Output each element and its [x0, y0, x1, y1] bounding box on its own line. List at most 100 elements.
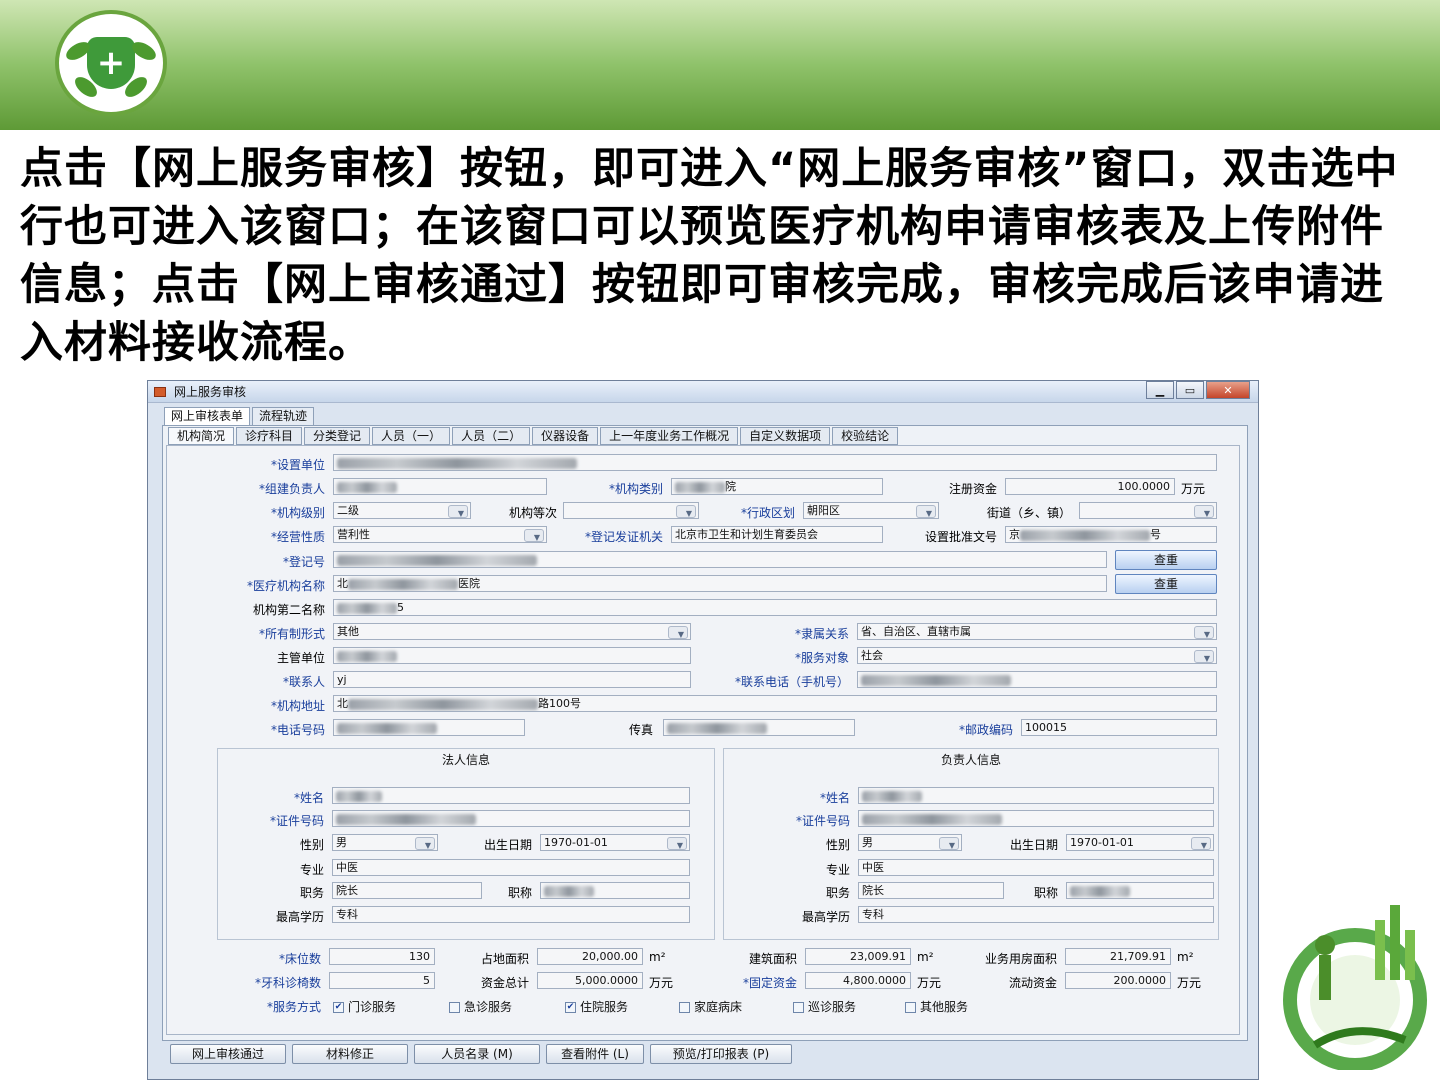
head-birth-picker[interactable]: 1970-01-01 ▼	[1066, 834, 1214, 851]
approve-online-button[interactable]: 网上审核通过	[170, 1044, 286, 1064]
service-emergency-checkbox[interactable]: 急诊服务	[449, 998, 512, 1015]
address-field[interactable]: 北路100号	[333, 695, 1217, 712]
dental-field[interactable]: 5	[329, 972, 435, 989]
affiliation-select[interactable]: 省、自治区、直辖市属 ▼	[857, 623, 1217, 640]
label-total-fund: 资金总计	[480, 976, 529, 990]
service-obj-select[interactable]: 社会 ▼	[857, 647, 1217, 664]
check-duplicate-button[interactable]: 查重	[1115, 550, 1217, 570]
checkbox-icon	[679, 1002, 690, 1013]
tab-staff-1[interactable]: 人员（一）	[372, 427, 451, 445]
label-contact: *联系人	[282, 675, 325, 689]
legal-major-field[interactable]: 中医	[332, 859, 690, 876]
mobile-field[interactable]	[857, 671, 1217, 688]
head-edu-field[interactable]: 专科	[858, 906, 1214, 923]
legal-post-field[interactable]: 院长	[332, 882, 482, 899]
label-legal-post: 职务	[299, 886, 324, 900]
legal-birth-picker[interactable]: 1970-01-01 ▼	[540, 834, 690, 851]
leader-field[interactable]	[333, 478, 547, 495]
label-legal-major: 专业	[299, 863, 324, 877]
head-post-field[interactable]: 院长	[858, 882, 1004, 899]
head-id-field[interactable]	[858, 810, 1214, 827]
legal-title-field[interactable]	[540, 882, 690, 899]
tab-departments[interactable]: 诊疗科目	[236, 427, 303, 445]
district-select[interactable]: 朝阳区 ▼	[803, 502, 939, 519]
ownership-select[interactable]: 其他 ▼	[333, 623, 691, 640]
building-field[interactable]: 23,009.91	[805, 948, 911, 965]
window-titlebar: 网上服务审核 ▁ ▭ ✕	[148, 381, 1258, 403]
reg-no-field[interactable]	[333, 551, 1107, 568]
tab-last-year[interactable]: 上一年度业务工作概况	[600, 427, 739, 445]
label-fax: 传真	[628, 723, 653, 737]
preview-print-button[interactable]: 预览/打印报表 (P)	[650, 1044, 792, 1064]
checkbox-icon: ✔	[333, 1002, 344, 1013]
head-gender-select[interactable]: 男 ▼	[858, 834, 962, 851]
head-title-field[interactable]	[1066, 882, 1214, 899]
label-leader: *组建负责人	[258, 482, 325, 496]
view-attachments-button[interactable]: 查看附件 (L)	[546, 1044, 644, 1064]
service-inpatient-checkbox[interactable]: ✔ 住院服务	[565, 998, 628, 1015]
legal-name-field[interactable]	[332, 787, 690, 804]
contact-field[interactable]: yj	[333, 671, 691, 688]
inst-name-field[interactable]: 北医院	[333, 575, 1107, 592]
tab-equipment[interactable]: 仪器设备	[532, 427, 599, 445]
legal-edu-field[interactable]: 专科	[332, 906, 690, 923]
reg-capital-field[interactable]: 100.0000	[1005, 478, 1175, 495]
total-fund-field[interactable]: 5,000.0000	[537, 972, 643, 989]
tab-overview[interactable]: 机构简况	[168, 427, 235, 445]
second-name-field[interactable]: 5	[333, 599, 1217, 616]
tab-classification[interactable]: 分类登记	[304, 427, 371, 445]
label-head-gender: 性别	[825, 838, 850, 852]
tab-process-trace[interactable]: 流程轨迹	[252, 407, 315, 425]
supervisor-field[interactable]	[333, 647, 691, 664]
tab-staff-2[interactable]: 人员（二）	[452, 427, 531, 445]
check-duplicate-name-button[interactable]: 查重	[1115, 574, 1217, 594]
business-area-field[interactable]: 21,709.91	[1065, 948, 1171, 965]
beds-field[interactable]: 130	[329, 948, 435, 965]
service-tour-checkbox[interactable]: 巡诊服务	[793, 998, 856, 1015]
liquid-fund-field[interactable]: 200.0000	[1065, 972, 1171, 989]
maximize-button[interactable]: ▭	[1176, 381, 1204, 399]
close-button[interactable]: ✕	[1206, 381, 1250, 399]
label-legal-title: 职称	[507, 886, 532, 900]
legal-gender-select[interactable]: 男 ▼	[332, 834, 438, 851]
fax-field[interactable]	[663, 719, 855, 736]
legal-id-field[interactable]	[332, 810, 690, 827]
service-outpatient-checkbox[interactable]: ✔ 门诊服务	[333, 998, 396, 1015]
tab-custom-data[interactable]: 自定义数据项	[740, 427, 831, 445]
label-phone: *电话号码	[270, 723, 325, 737]
label-mobile: *联系电话（手机号）	[734, 675, 849, 689]
minimize-button[interactable]: ▁	[1146, 381, 1174, 399]
label-liquid-fund: 流动资金	[1008, 976, 1057, 990]
label-street: 街道（乡、镇）	[986, 506, 1071, 520]
land-field[interactable]: 20,000.00	[537, 948, 643, 965]
set-unit-field[interactable]	[333, 454, 1217, 471]
inst-type-field[interactable]: 院	[671, 478, 883, 495]
outer-tabs: 网上审核表单 流程轨迹	[164, 407, 316, 425]
building-unit: m²	[917, 950, 934, 964]
reg-authority-field[interactable]: 北京市卫生和计划生育委员会	[671, 526, 883, 543]
postcode-field[interactable]: 100015	[1021, 719, 1217, 736]
street-select[interactable]: ▼	[1079, 502, 1217, 519]
phone-field[interactable]	[333, 719, 525, 736]
label-head-birth: 出生日期	[1009, 838, 1058, 852]
nature-select[interactable]: 营利性 ▼	[333, 526, 547, 543]
approval-no-field[interactable]: 京号	[1005, 526, 1217, 543]
staff-list-button[interactable]: 人员名录 (M)	[414, 1044, 540, 1064]
material-correct-button[interactable]: 材料修正	[292, 1044, 408, 1064]
service-other-checkbox[interactable]: 其他服务	[905, 998, 968, 1015]
label-legal-gender: 性别	[299, 838, 324, 852]
inst-grade-select[interactable]: ▼	[563, 502, 699, 519]
label-dental: *牙科诊椅数	[254, 976, 321, 990]
label-service-obj: *服务对象	[794, 651, 849, 665]
label-nature: *经营性质	[270, 530, 325, 544]
service-home-bed-checkbox[interactable]: 家庭病床	[679, 998, 742, 1015]
head-name-field[interactable]	[858, 787, 1214, 804]
inst-level-select[interactable]: 二级 ▼	[333, 502, 471, 519]
tab-check-result[interactable]: 校验结论	[832, 427, 899, 445]
label-inst-level: *机构级别	[270, 506, 325, 520]
tab-review-form[interactable]: 网上审核表单	[164, 407, 251, 425]
checkbox-icon	[793, 1002, 804, 1013]
label-inst-grade: 机构等次	[508, 506, 557, 520]
head-major-field[interactable]: 中医	[858, 859, 1214, 876]
fixed-fund-field[interactable]: 4,800.0000	[805, 972, 911, 989]
